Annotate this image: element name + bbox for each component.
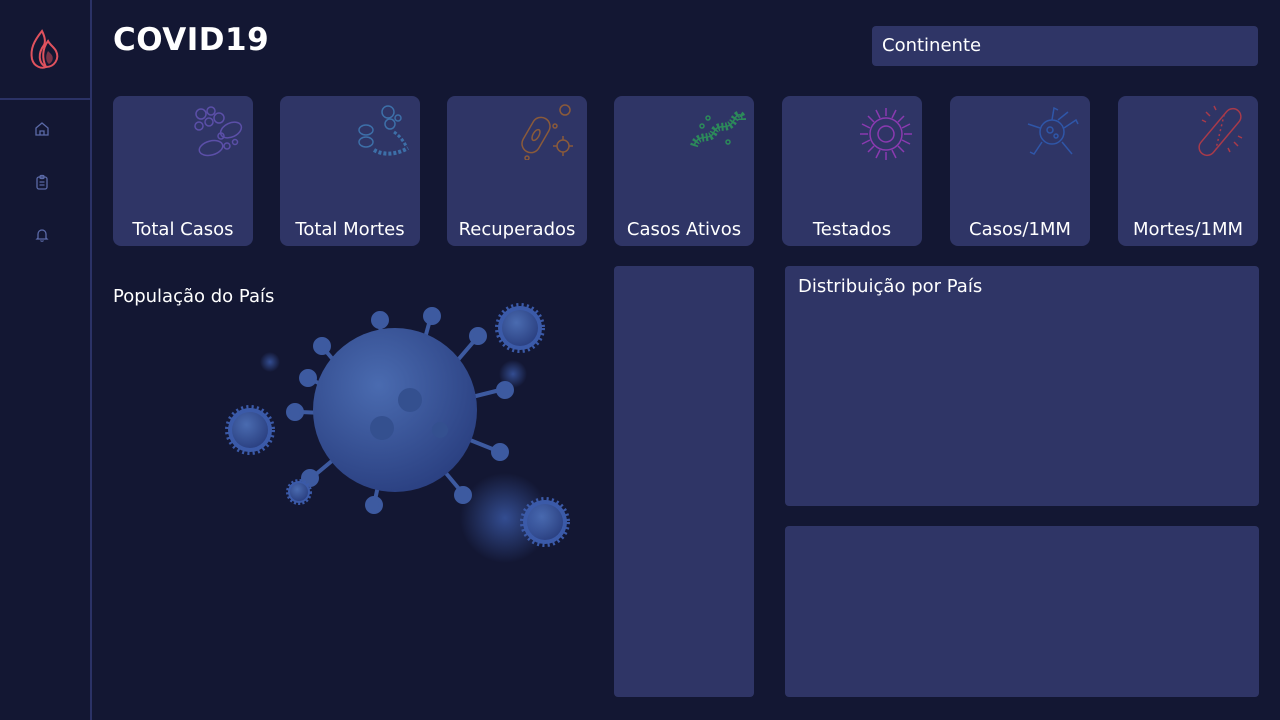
virus-icon bbox=[1027, 106, 1079, 155]
card-recuperados[interactable]: Recuperados bbox=[447, 96, 587, 246]
card-total-casos[interactable]: Total Casos bbox=[113, 96, 253, 246]
logo[interactable] bbox=[0, 0, 90, 100]
small-virus-4 bbox=[286, 479, 312, 505]
bell-icon[interactable] bbox=[33, 226, 51, 244]
lower-chart-panel bbox=[785, 526, 1259, 697]
card-label: Total Casos bbox=[132, 219, 234, 240]
small-virus-2 bbox=[225, 405, 275, 455]
sidebar bbox=[0, 0, 92, 720]
small-virus-1 bbox=[495, 303, 545, 353]
rod-bacterium-icon bbox=[1198, 105, 1243, 157]
card-label: Mortes/1MM bbox=[1132, 219, 1244, 240]
bacteria-chain-icon bbox=[358, 105, 410, 156]
clipboard-icon[interactable] bbox=[33, 173, 51, 191]
card-casos-ativos[interactable]: Casos Ativos bbox=[614, 96, 754, 246]
bacteria-cluster-icon bbox=[194, 106, 243, 157]
card-label: Casos Ativos bbox=[626, 219, 742, 240]
distribution-title: Distribuição por País bbox=[798, 276, 983, 297]
narrow-chart-panel bbox=[614, 266, 754, 697]
page-title: COVID19 bbox=[113, 22, 270, 58]
card-mortes-1mm[interactable]: Mortes/1MM bbox=[1118, 96, 1258, 246]
card-label: Recuperados bbox=[458, 219, 576, 240]
continent-dropdown[interactable]: Continente bbox=[872, 26, 1258, 66]
card-casos-1mm[interactable]: Casos/1MM bbox=[950, 96, 1090, 246]
card-total-mortes[interactable]: Total Mortes bbox=[280, 96, 420, 246]
coronavirus-illustration bbox=[225, 303, 570, 563]
bacillus-icon bbox=[521, 104, 573, 160]
card-label: Testados bbox=[812, 219, 892, 240]
card-testados[interactable]: Testados bbox=[782, 96, 922, 246]
home-icon[interactable] bbox=[33, 120, 51, 138]
flame-logo-icon bbox=[30, 29, 59, 69]
spirillum-icon bbox=[690, 110, 746, 148]
spiky-virus-icon bbox=[860, 108, 912, 160]
distribution-panel: Distribuição por País bbox=[785, 266, 1259, 506]
card-label: Total Mortes bbox=[295, 219, 405, 240]
card-label: Casos/1MM bbox=[969, 219, 1071, 240]
